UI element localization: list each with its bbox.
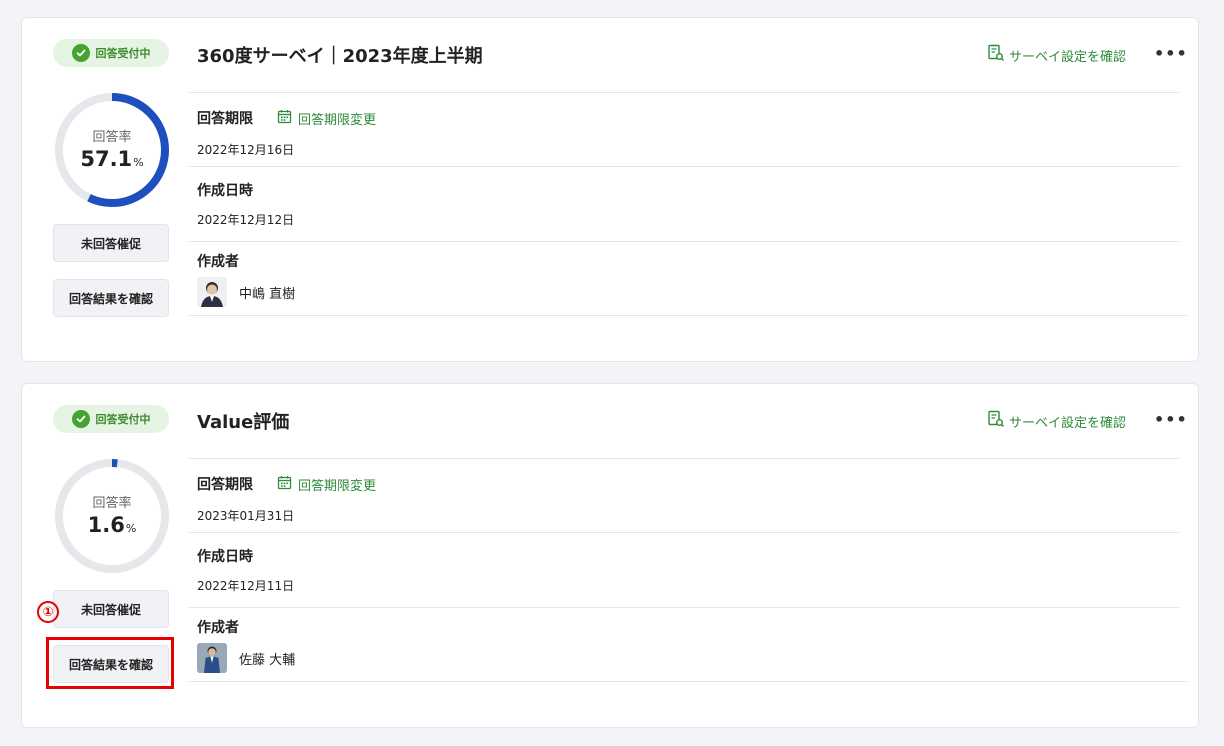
survey-title: Value評価 (197, 412, 290, 433)
response-rate-label: 回答率 (92, 129, 132, 145)
deadline-change-link[interactable]: 回答期限変更 (277, 109, 376, 128)
divider (189, 681, 1187, 682)
remind-unanswered-button[interactable]: 未回答催促 (53, 224, 169, 262)
response-rate-donut: 回答率 57.1% (53, 91, 171, 209)
survey-settings-link[interactable]: サーベイ設定を確認 (987, 410, 1126, 432)
deadline-change-link[interactable]: 回答期限変更 (277, 475, 376, 494)
divider (189, 92, 1179, 93)
created-label: 作成日時 (197, 549, 253, 565)
check-circle-icon (71, 44, 90, 62)
survey-title: 360度サーベイ｜2023年度上半期 (197, 46, 483, 67)
deadline-label: 回答期限 (197, 111, 253, 127)
document-search-icon (987, 44, 1005, 66)
view-results-button[interactable]: 回答結果を確認 (53, 279, 169, 317)
survey-card: 回答受付中 回答率 1.6% 未回答催促 回答結果を確認 ① Value評価 サ… (21, 383, 1199, 728)
survey-settings-label: サーベイ設定を確認 (1009, 415, 1127, 431)
creator: 佐藤 大輔 (197, 643, 295, 673)
survey-card: 回答受付中 回答率 57.1% 未回答催促 回答結果を確認 360度サーベイ｜2… (21, 17, 1199, 362)
response-rate-value: 1.6% (87, 512, 137, 537)
check-circle-icon (71, 410, 90, 428)
divider (189, 607, 1179, 608)
divider (189, 532, 1179, 533)
status-badge: 回答受付中 (53, 405, 169, 433)
deadline-change-label: 回答期限変更 (298, 479, 377, 494)
deadline-label: 回答期限 (197, 477, 253, 493)
creator-label: 作成者 (197, 254, 239, 270)
remind-unanswered-button[interactable]: 未回答催促 (53, 590, 169, 628)
creator-label: 作成者 (197, 620, 239, 636)
divider (189, 315, 1187, 316)
creator-name: 佐藤 大輔 (239, 652, 296, 668)
created-value: 2022年12月12日 (197, 213, 295, 227)
response-rate-donut: 回答率 1.6% (53, 457, 171, 575)
status-label: 回答受付中 (95, 47, 151, 60)
more-horizontal-icon[interactable]: ••• (1154, 44, 1188, 63)
survey-settings-label: サーベイ設定を確認 (1009, 49, 1127, 65)
divider (189, 241, 1179, 242)
avatar (197, 277, 227, 307)
divider (189, 166, 1179, 167)
document-search-icon (987, 410, 1005, 432)
deadline-value: 2023年01月31日 (197, 509, 295, 523)
deadline-value: 2022年12月16日 (197, 143, 295, 157)
status-label: 回答受付中 (95, 413, 151, 426)
more-horizontal-icon[interactable]: ••• (1154, 410, 1188, 429)
response-rate-label: 回答率 (92, 495, 132, 511)
avatar (197, 643, 227, 673)
calendar-icon (277, 109, 292, 128)
status-badge: 回答受付中 (53, 39, 169, 67)
created-value: 2022年12月11日 (197, 579, 295, 593)
survey-settings-link[interactable]: サーベイ設定を確認 (987, 44, 1126, 66)
annotation-marker: ① (37, 601, 59, 623)
calendar-icon (277, 475, 292, 494)
deadline-change-label: 回答期限変更 (298, 113, 377, 128)
divider (189, 458, 1179, 459)
creator-name: 中嶋 直樹 (239, 286, 296, 302)
annotation-highlight-box (46, 637, 174, 689)
response-rate-value: 57.1% (80, 146, 144, 171)
creator: 中嶋 直樹 (197, 277, 295, 307)
created-label: 作成日時 (197, 183, 253, 199)
